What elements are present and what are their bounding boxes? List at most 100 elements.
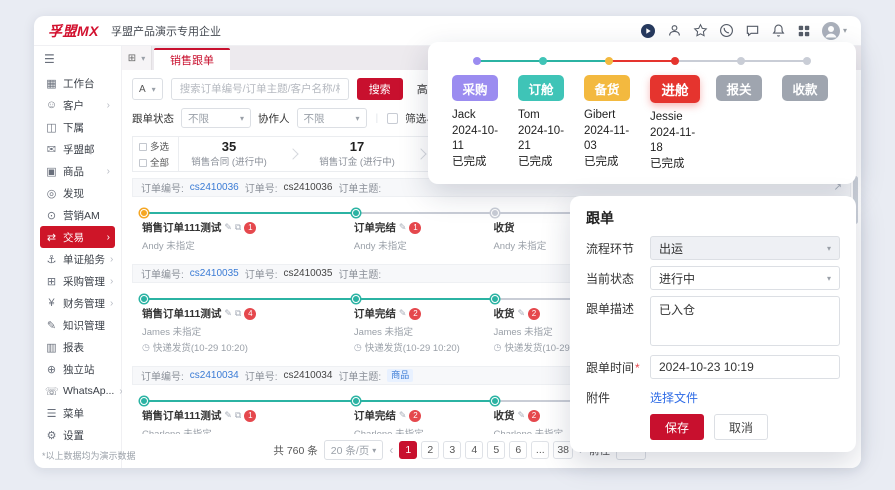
chat-icon[interactable] [745, 23, 760, 38]
stage-select[interactable]: 出运 ▾ [650, 236, 840, 260]
edit-icon[interactable]: ✎ [224, 410, 232, 421]
sidebar-item[interactable]: ☏ WhatsAp... › [40, 380, 123, 402]
sidebar-item[interactable]: ✎ 知识管理 › [40, 314, 115, 336]
step-title-row: 销售订单111测试 ✎ ⧉ 1 [142, 408, 346, 423]
current-status-select[interactable]: 进行中 ▾ [650, 266, 840, 290]
page-button[interactable]: 2 [421, 441, 440, 459]
tab-launcher-button[interactable]: ⊞ ▾ [122, 46, 152, 70]
tab-sales-tracking[interactable]: 销售跟单 [154, 48, 230, 70]
sidebar-item-icon: ⚓ [46, 253, 57, 266]
per-page-select[interactable]: 20 条/页 ▾ [323, 440, 384, 460]
stat-tab[interactable]: 17 销售订金 (进行中) [307, 139, 407, 169]
tracking-step[interactable]: 订单完结 ✎ ⧉ 2 James 未指定 ◷快递发货(10-29 10:20) [351, 293, 492, 356]
form-row-status: 当前状态 进行中 ▾ [586, 266, 840, 290]
tracking-step[interactable]: 销售订单111测试 ✎ ⧉ 4 James 未指定 ◷ 快递发货(10-29 10… [140, 293, 352, 356]
page-button[interactable]: 4 [465, 441, 484, 459]
sidebar-item-label: 采购管理 [63, 275, 105, 288]
choose-file-link[interactable]: 选择文件 [650, 385, 698, 406]
sidebar-item-icon: ⚙ [46, 429, 57, 442]
search-button[interactable]: 搜索 [356, 78, 403, 100]
sidebar-item[interactable]: ⊞ 采购管理 › [40, 270, 115, 292]
sidebar-item[interactable]: ▣ 商品 › [40, 160, 115, 182]
sidebar-item[interactable]: ¥ 财务管理 › [40, 292, 115, 314]
support-icon[interactable] [640, 23, 656, 39]
time-label: 跟单时间* [586, 361, 640, 375]
progress-step-button[interactable]: 进舱 [650, 75, 700, 103]
step-assignee: James 未指定 [142, 327, 202, 338]
progress-step-button[interactable]: 备货 [584, 75, 630, 101]
tracking-step[interactable]: 订单完结 ✎ ⧉ 1 Andy 未指定 ◷ [351, 207, 492, 254]
whatsapp-icon[interactable] [719, 23, 734, 38]
multi-select-option[interactable]: 多选 [139, 139, 178, 153]
apps-icon[interactable] [797, 24, 811, 38]
tracking-step[interactable]: 销售订单111测试 ✎ ⧉ 1 Charlene 未指定 ◷快递发货(10-28… [140, 395, 352, 434]
sidebar-item[interactable]: ✉ 孚盟邮 › [40, 138, 115, 160]
sidebar-item[interactable]: ▦ 工作台 › [40, 72, 115, 94]
page-button[interactable]: ... [531, 441, 550, 459]
edit-icon[interactable]: ✎ [399, 222, 407, 233]
sidebar-item[interactable]: ⊙ 营销AM › [40, 204, 115, 226]
sidebar-item-label: WhatsAp... [63, 385, 115, 397]
sort-select[interactable]: A ▾ [132, 78, 163, 100]
sidebar-item[interactable]: ⚙ 设置 [40, 424, 115, 446]
cancel-button[interactable]: 取消 [714, 414, 768, 440]
edit-icon[interactable]: ✎ [517, 410, 525, 421]
collaborator-filter-select[interactable]: 不限 ▾ [296, 108, 367, 128]
sidebar-item[interactable]: ☰ 菜单 [40, 402, 115, 424]
step-title-row: 订单完结 ✎ ⧉ 2 [354, 306, 486, 321]
progress-step-button[interactable]: 报关 [716, 75, 762, 101]
sidebar-item-icon: ◫ [46, 121, 57, 134]
save-button[interactable]: 保存 [650, 414, 704, 440]
order-subject-tag: 商品 [387, 369, 414, 382]
status-filter-select[interactable]: 不限 ▾ [181, 108, 251, 128]
step-assignee: Charlene 未指定 [142, 426, 346, 434]
sidebar-item[interactable]: ⇄ 交易 › [40, 226, 115, 248]
description-textarea[interactable]: 已入仓 [650, 296, 840, 346]
avatar[interactable]: ▾ [821, 21, 847, 40]
progress-step-button[interactable]: 收款 [782, 75, 828, 101]
star-icon[interactable] [693, 23, 708, 38]
demo-footnote: *以上数据均为演示数据 [42, 451, 136, 461]
select-all-option[interactable]: 全部 [139, 155, 178, 169]
page-button[interactable]: 5 [487, 441, 506, 459]
stat-tab[interactable]: 35 销售合同 (进行中) [179, 139, 279, 169]
chevron-right-icon: › [110, 253, 114, 265]
prev-page-button[interactable]: ‹ [389, 443, 393, 457]
tracking-step[interactable]: 订单完结 ✎ ⧉ 2 Charlene 未指定 ◷快递发货(10-28 13:1… [351, 395, 492, 434]
notification-badge: 1 [244, 409, 257, 422]
progress-step: 备货 Gibert 2024-11-03 已完成 [576, 56, 642, 172]
sidebar-item[interactable]: ⊕ 独立站 › [40, 358, 115, 380]
tracking-step[interactable]: 销售订单111测试 ✎ ⧉ 1 Andy 未指定 ◷ [140, 207, 352, 254]
copy-icon[interactable]: ⧉ [235, 410, 241, 421]
order-no-link[interactable]: cs2410035 [190, 268, 239, 279]
edit-icon[interactable]: ✎ [224, 222, 232, 233]
order-no-link[interactable]: cs2410034 [190, 370, 239, 381]
order-no-link[interactable]: cs2410036 [190, 182, 239, 193]
sidebar-item[interactable]: ◎ 发现 › [40, 182, 115, 204]
related-checkbox[interactable] [387, 112, 399, 124]
bell-icon[interactable] [771, 23, 786, 38]
progress-step-button[interactable]: 订舱 [518, 75, 564, 101]
sidebar-item[interactable]: ▥ 报表 › [40, 336, 115, 358]
edit-icon[interactable]: ✎ [399, 410, 407, 421]
edit-icon[interactable]: ✎ [224, 308, 232, 319]
sidebar-collapse-icon[interactable]: ☰ [40, 50, 115, 72]
step-assignee: Andy 未指定 [353, 241, 407, 252]
sidebar-item-label: 交易 [63, 231, 84, 244]
progress-step: 收款 [774, 56, 840, 172]
page-button[interactable]: 3 [443, 441, 462, 459]
edit-icon[interactable]: ✎ [399, 308, 407, 319]
edit-icon[interactable]: ✎ [517, 308, 525, 319]
search-input[interactable] [170, 78, 349, 100]
step-assignee: Charlene 未指定 [354, 426, 486, 434]
progress-step-button[interactable]: 采购 [452, 75, 498, 101]
copy-icon[interactable]: ⧉ [235, 222, 241, 233]
time-input[interactable] [650, 355, 840, 379]
page-button[interactable]: 1 [399, 441, 418, 459]
page-button[interactable]: 6 [509, 441, 528, 459]
copy-icon[interactable]: ⧉ [235, 308, 241, 319]
sidebar-item[interactable]: ◫ 下属 › [40, 116, 115, 138]
user-icon[interactable] [667, 23, 682, 38]
sidebar-item[interactable]: ☺ 客户 › [40, 94, 115, 116]
sidebar-item[interactable]: ⚓ 单证船务 › [40, 248, 115, 270]
